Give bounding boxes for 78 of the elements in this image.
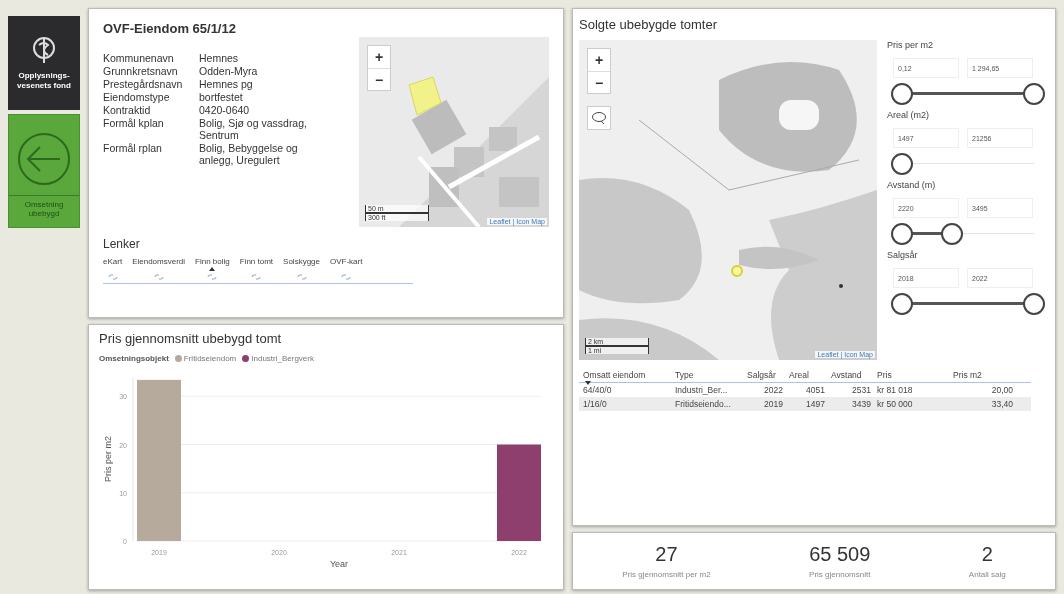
slider-thumb[interactable] [891, 293, 913, 315]
field-value: Bolig, Bebyggelse og anlegg, Uregulert [199, 142, 299, 166]
link-icon [207, 274, 218, 280]
slider-thumb[interactable] [1023, 293, 1045, 315]
field-value: Bolig, Sjø og vassdrag, Sentrum [199, 117, 308, 141]
column-header[interactable]: Pris m2 [953, 370, 1013, 380]
x-axis-title: Year [329, 559, 349, 569]
range-slider[interactable] [891, 82, 1045, 106]
link[interactable]: Finn tomt [239, 257, 274, 280]
link[interactable]: Solskygge [283, 257, 320, 280]
kpi-value: 2 [981, 543, 993, 566]
table-cell-text: 20,00 [990, 385, 1013, 395]
filter-label: Areal (m2) [887, 110, 930, 120]
field-label: Grunnkretsnavn [103, 65, 179, 77]
table-cell-text: kr 81 018 [877, 385, 914, 395]
column-header[interactable]: Areal [789, 370, 825, 380]
lasso-icon [591, 111, 607, 125]
slider-thumb[interactable] [1023, 83, 1045, 105]
column-header[interactable]: Salgsår [747, 370, 783, 380]
slider-thumb[interactable] [891, 153, 913, 175]
kpi-value: 65 509 [809, 543, 871, 566]
legend-title: Omsetningsobjekt [99, 354, 169, 363]
logo: Opplysnings-vesenets fond [8, 16, 80, 110]
legend-item: Industri_Bergverk [242, 354, 314, 363]
column-header[interactable]: Type [675, 370, 741, 380]
chart-title: Pris gjennomsnitt ubebygd tomt [99, 331, 283, 346]
property-title: OVF-Eiendom 65/1/12 [103, 21, 237, 36]
table-cell-text: Industri_Ber... [675, 385, 729, 395]
field-value: 0420-0640 [199, 104, 251, 116]
field-value: Hemnes pg [199, 78, 254, 90]
legend-item: Fritidseiendom [174, 354, 237, 363]
table-cell-text: 2019 [763, 399, 783, 409]
table-cell-text: 3439 [851, 399, 871, 409]
table-cell-text: 4051 [805, 385, 825, 395]
link[interactable]: Finn bolig [195, 257, 230, 280]
links-title: Lenker [103, 237, 141, 251]
table-cell-text: 2531 [851, 385, 871, 395]
link-icon [251, 274, 262, 280]
table-cell-text: Fritidseiendo... [675, 399, 732, 409]
link[interactable]: OVF-kart [330, 257, 363, 280]
slider-thumb[interactable] [891, 223, 913, 245]
filter-label: Avstand (m) [887, 180, 937, 190]
field-label: Formål rplan [103, 142, 163, 156]
field-value: Odden-Myra [199, 65, 259, 77]
lasso-button[interactable] [587, 106, 611, 130]
table-cell-text: 64/40/0 [583, 385, 613, 395]
table-cell-text: 1/16/0 [583, 399, 608, 409]
link[interactable]: Eiendomsverdi [132, 257, 186, 280]
table-cell-text: 1497 [805, 399, 825, 409]
field-label: Formål kplan [103, 117, 165, 131]
range-slider[interactable] [891, 292, 1045, 316]
field-value: Hemnes [199, 52, 240, 64]
field-label: Kommunenavn [103, 52, 175, 64]
link-icon [341, 274, 352, 280]
y-axis-title: Pris per m2 [103, 436, 113, 482]
filter-label: Salgsår [887, 250, 919, 260]
field-value: bortfestet [199, 91, 244, 103]
column-header[interactable]: Pris [877, 370, 947, 380]
slider-thumb[interactable] [941, 223, 964, 245]
kpi-label: Antall salg [968, 570, 1006, 579]
field-label: Kontraktid [103, 104, 152, 116]
column-header[interactable]: Avstand [831, 370, 871, 380]
field-label: Prestegårdsnavn [103, 78, 184, 90]
kpi-label: Pris gjennomsnitt per m2 [622, 570, 711, 579]
sales-title: Solgte ubebygde tomter [579, 17, 719, 32]
kpi-value: 27 [655, 543, 678, 566]
table-cell-text: 33,40 [990, 399, 1013, 409]
column-header[interactable]: Omsatt eiendom [583, 370, 669, 380]
link-icon [296, 274, 307, 280]
kpi-label: Pris gjennomsnitt [809, 570, 871, 579]
filter-label: Pris per m2 [887, 40, 934, 50]
table-cell-text: 2022 [763, 385, 783, 395]
link[interactable]: eKart [103, 257, 123, 280]
link-icon [107, 274, 118, 280]
link-icon [153, 274, 164, 280]
table-cell-text: kr 50 000 [877, 399, 914, 409]
slider-thumb[interactable] [891, 83, 913, 105]
field-label: Eiendomstype [103, 91, 171, 103]
